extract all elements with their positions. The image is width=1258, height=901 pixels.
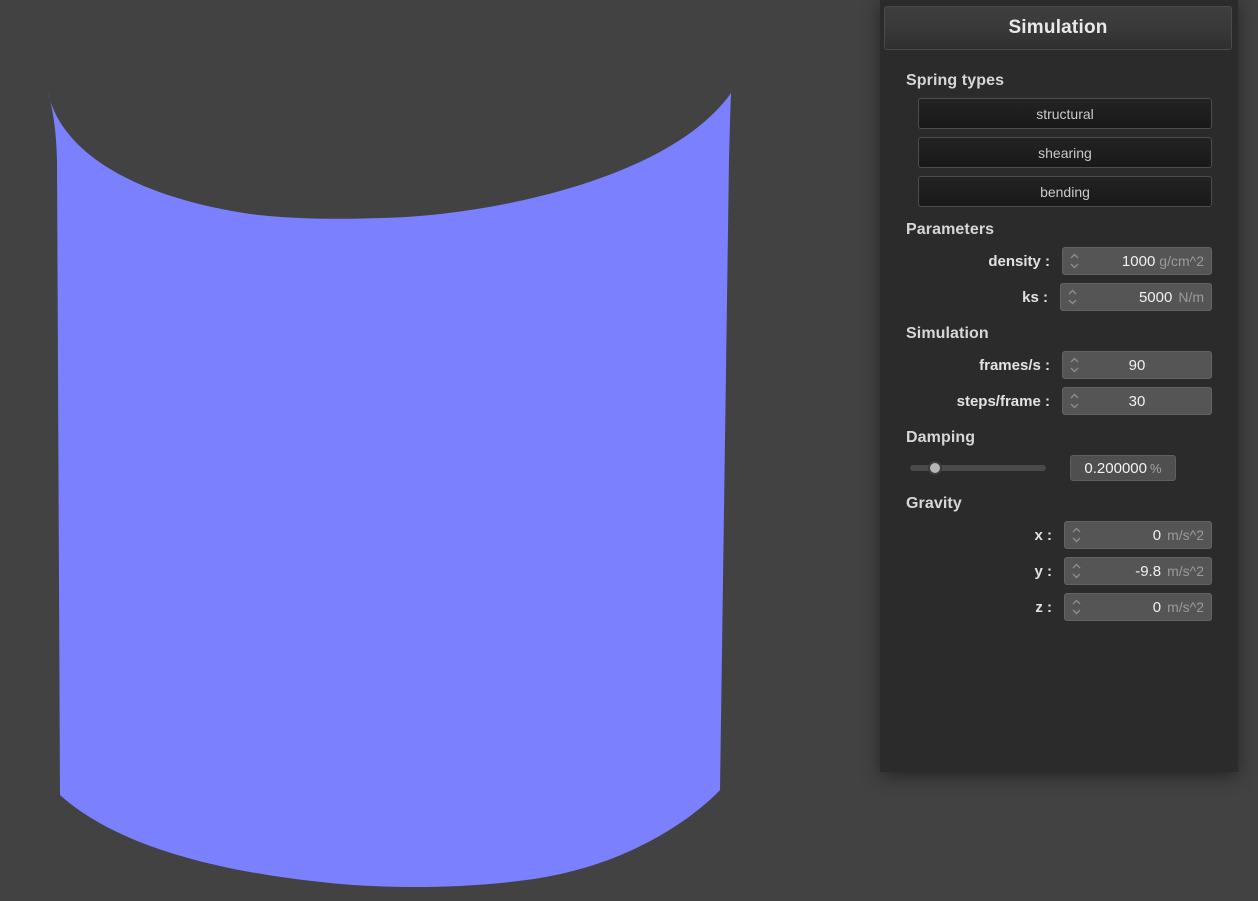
gravity-z-value[interactable]: 0 xyxy=(1087,599,1165,616)
damping-row: 0.200000 % xyxy=(906,455,1212,481)
cloth-simulation-viewport[interactable] xyxy=(0,0,880,901)
ks-unit: N/m xyxy=(1178,289,1204,305)
gravity-y-label: y : xyxy=(1034,562,1052,580)
cloth-surface-path xyxy=(48,92,731,888)
frames-per-second-stepper[interactable]: 90 xyxy=(1062,351,1212,379)
spring-type-shearing-button[interactable]: shearing xyxy=(918,137,1212,168)
density-row: density : 1000 g/cm^2 xyxy=(906,247,1212,275)
gravity-z-unit: m/s^2 xyxy=(1167,599,1204,615)
gravity-z-stepper[interactable]: 0 m/s^2 xyxy=(1064,593,1212,621)
spring-type-bending-button[interactable]: bending xyxy=(918,176,1212,207)
gravity-y-row: y : -9.8 m/s^2 xyxy=(906,557,1212,585)
panel-body: Spring types structural shearing bending… xyxy=(880,52,1238,772)
chevron-up-down-icon xyxy=(1070,393,1078,409)
gravity-x-unit: m/s^2 xyxy=(1167,527,1204,543)
gravity-y-stepper[interactable]: -9.8 m/s^2 xyxy=(1064,557,1212,585)
section-header-damping: Damping xyxy=(906,429,976,446)
gravity-z-label: z : xyxy=(1035,598,1052,616)
gravity-z-spinner-arrows[interactable] xyxy=(1065,594,1087,620)
gravity-y-unit: m/s^2 xyxy=(1167,563,1204,579)
ks-row: ks : 5000 N/m xyxy=(906,283,1212,311)
steps-per-frame-label: steps/frame : xyxy=(956,392,1050,410)
density-spinner-arrows[interactable] xyxy=(1063,248,1085,274)
simulation-panel: Simulation Spring types structural shear… xyxy=(880,0,1238,772)
frames-per-second-label: frames/s : xyxy=(979,356,1050,374)
ks-label: ks : xyxy=(1022,288,1048,306)
damping-slider[interactable] xyxy=(910,458,1046,478)
frames-per-second-value[interactable]: 90 xyxy=(1085,357,1211,374)
cloth-mesh[interactable] xyxy=(0,0,880,901)
density-unit: g/cm^2 xyxy=(1159,253,1204,269)
gravity-x-stepper[interactable]: 0 m/s^2 xyxy=(1064,521,1212,549)
steps-per-frame-value[interactable]: 30 xyxy=(1085,393,1211,410)
gravity-x-spinner-arrows[interactable] xyxy=(1065,522,1087,548)
density-value[interactable]: 1000 xyxy=(1085,253,1159,270)
spring-type-structural-button[interactable]: structural xyxy=(918,98,1212,129)
damping-unit: % xyxy=(1150,460,1162,476)
section-header-gravity: Gravity xyxy=(906,495,962,512)
frames-per-second-spinner-arrows[interactable] xyxy=(1063,352,1085,378)
section-header-parameters: Parameters xyxy=(906,221,995,238)
chevron-up-down-icon xyxy=(1070,253,1078,269)
ks-stepper[interactable]: 5000 N/m xyxy=(1060,283,1212,311)
density-label: density : xyxy=(988,252,1050,270)
density-stepper[interactable]: 1000 g/cm^2 xyxy=(1062,247,1212,275)
spring-type-bending-row: bending xyxy=(906,176,1212,207)
steps-per-frame-stepper[interactable]: 30 xyxy=(1062,387,1212,415)
section-header-spring-types: Spring types xyxy=(906,72,1005,89)
chevron-up-down-icon xyxy=(1072,599,1080,615)
gravity-y-value[interactable]: -9.8 xyxy=(1087,563,1165,580)
chevron-up-down-icon xyxy=(1072,527,1080,543)
spring-type-structural-row: structural xyxy=(906,98,1212,129)
frames-per-second-row: frames/s : 90 xyxy=(906,351,1212,379)
gravity-y-spinner-arrows[interactable] xyxy=(1065,558,1087,584)
steps-per-frame-spinner-arrows[interactable] xyxy=(1063,388,1085,414)
gravity-x-value[interactable]: 0 xyxy=(1087,527,1165,544)
gravity-z-row: z : 0 m/s^2 xyxy=(906,593,1212,621)
panel-titlebar[interactable]: Simulation xyxy=(884,6,1232,50)
steps-per-frame-row: steps/frame : 30 xyxy=(906,387,1212,415)
application-window: Simulation Spring types structural shear… xyxy=(0,0,1258,901)
panel-title: Simulation xyxy=(1008,17,1108,38)
damping-value-box[interactable]: 0.200000 % xyxy=(1070,455,1176,481)
gravity-x-row: x : 0 m/s^2 xyxy=(906,521,1212,549)
ks-spinner-arrows[interactable] xyxy=(1061,284,1083,310)
section-header-simulation: Simulation xyxy=(906,325,989,342)
damping-slider-thumb[interactable] xyxy=(928,461,943,475)
damping-value: 0.200000 xyxy=(1084,459,1147,477)
chevron-up-down-icon xyxy=(1068,289,1076,305)
ks-value[interactable]: 5000 xyxy=(1083,289,1176,306)
chevron-up-down-icon xyxy=(1072,563,1080,579)
gravity-x-label: x : xyxy=(1034,526,1052,544)
spring-type-shearing-row: shearing xyxy=(906,137,1212,168)
chevron-up-down-icon xyxy=(1070,357,1078,373)
